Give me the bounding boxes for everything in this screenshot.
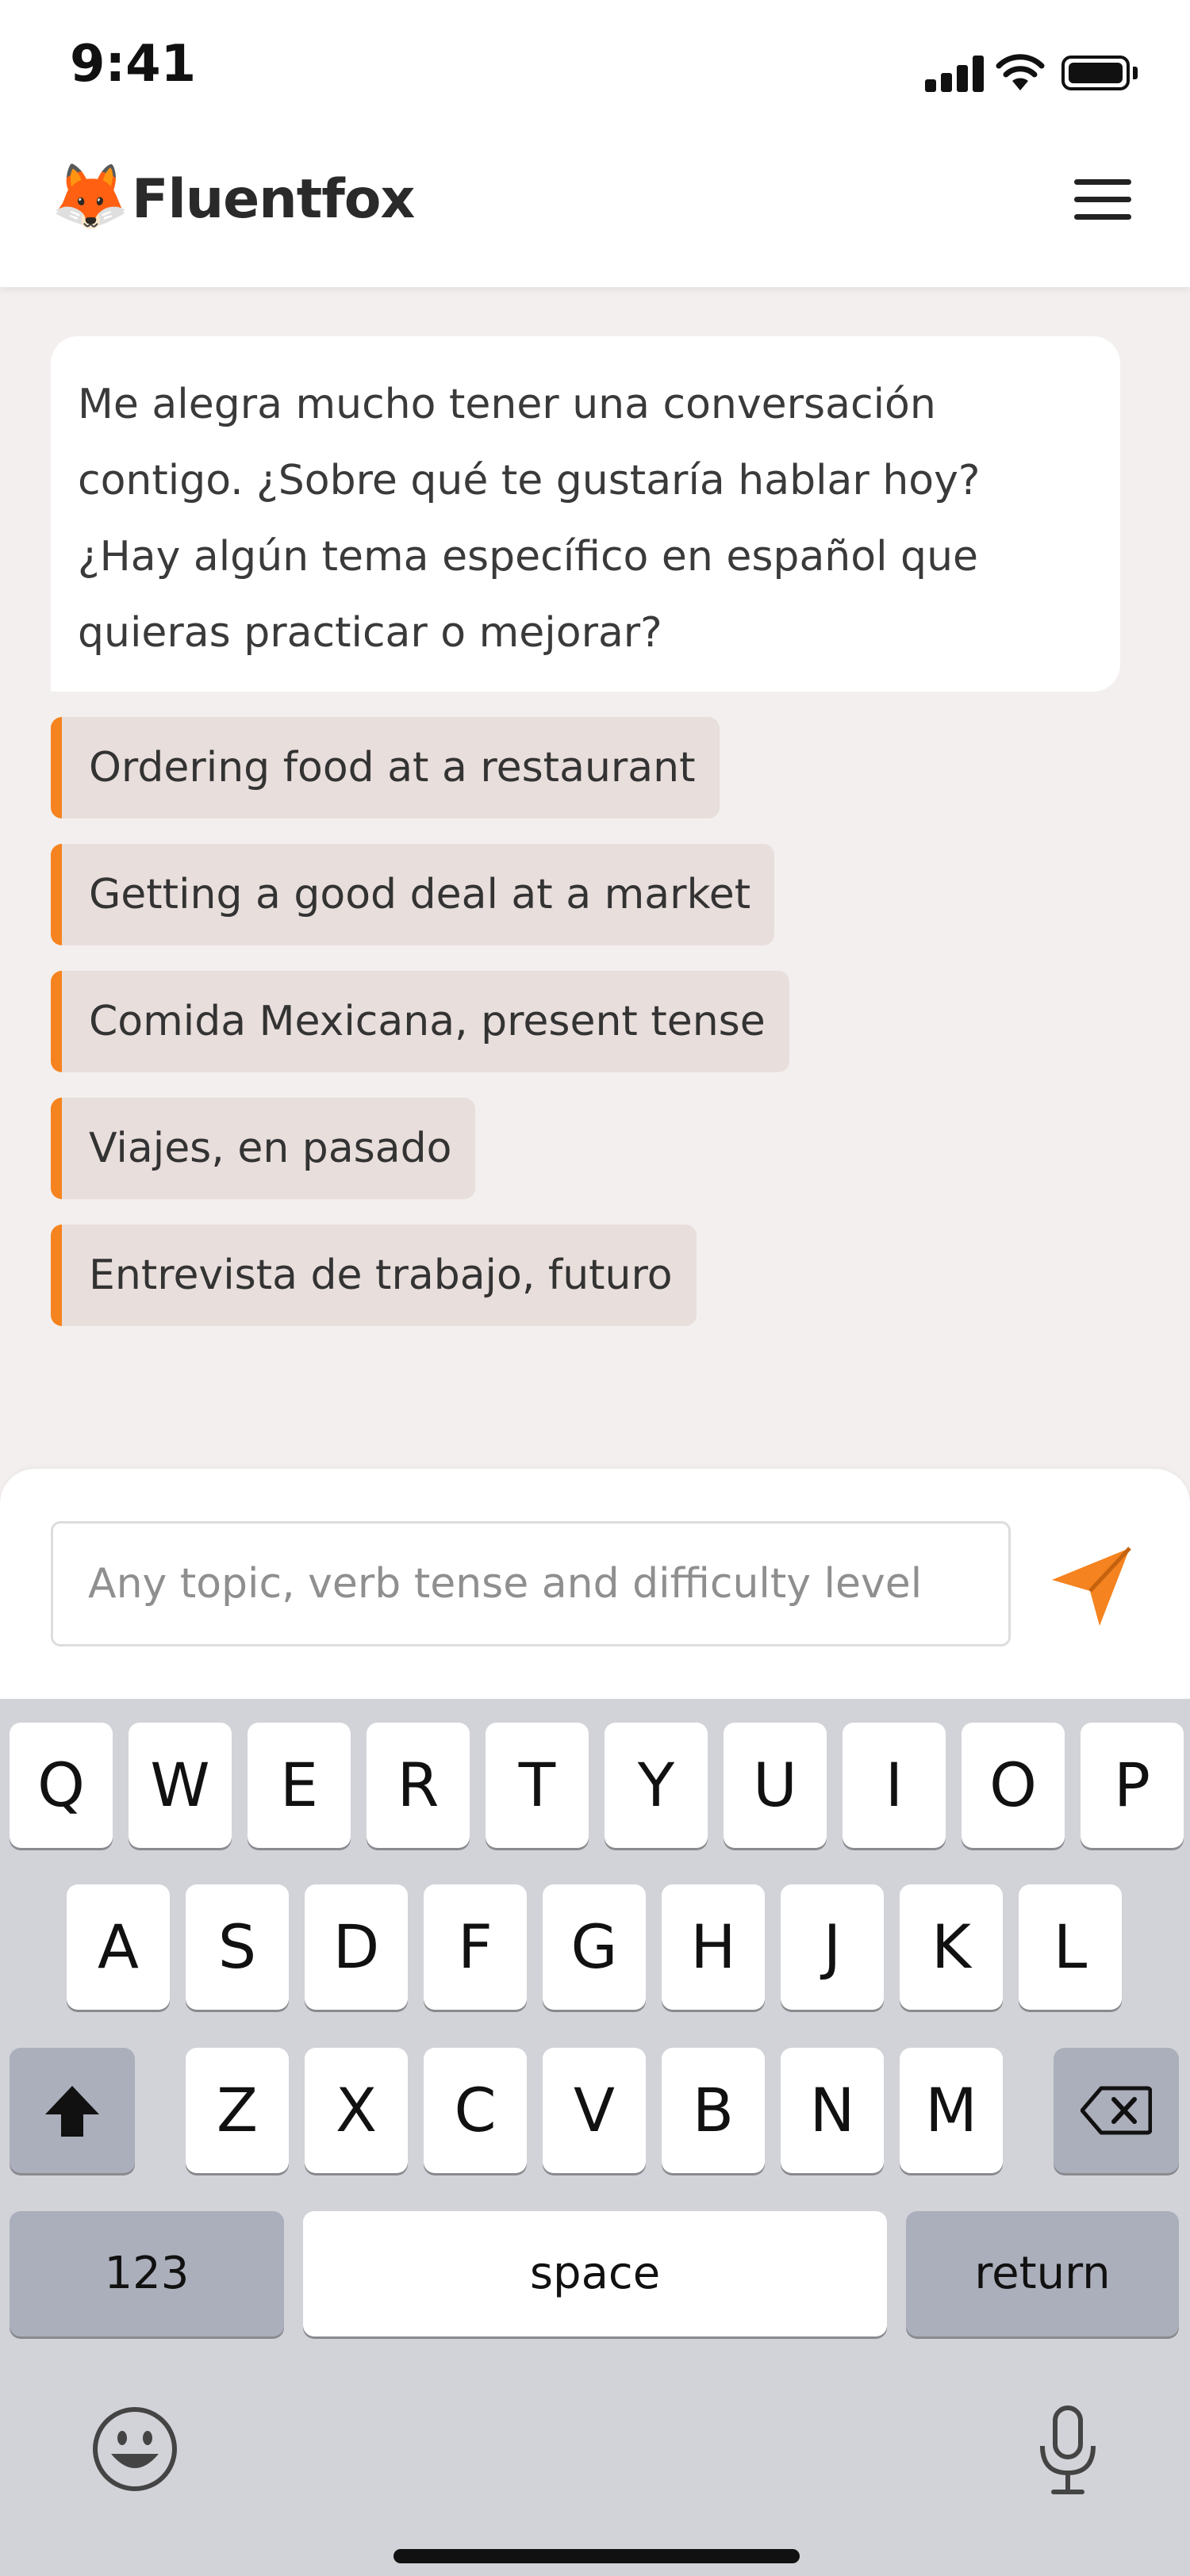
shift-arrow-icon [45, 2086, 99, 2137]
key-w[interactable]: W [129, 1723, 232, 1848]
hamburger-menu-icon[interactable] [1066, 163, 1138, 235]
status-bar: 9:41 [0, 0, 1190, 143]
key-z[interactable]: Z [186, 2048, 289, 2173]
fox-logo-icon: 🦊 [51, 161, 130, 232]
assistant-message: Me alegra mucho tener una conversación c… [51, 336, 1120, 692]
key-q[interactable]: Q [10, 1723, 113, 1848]
numbers-key[interactable]: 123 [10, 2211, 284, 2336]
backspace-icon [1080, 2086, 1153, 2135]
chat-area: Me alegra mucho tener una conversación c… [0, 287, 1190, 1469]
return-key[interactable]: return [906, 2211, 1179, 2336]
key-h[interactable]: H [662, 1884, 765, 2010]
cellular-signal-icon [925, 56, 984, 92]
key-k[interactable]: K [900, 1884, 1003, 2010]
shift-key[interactable] [10, 2048, 135, 2173]
key-r[interactable]: R [367, 1723, 470, 1848]
suggestion-chip[interactable]: Viajes, en pasado [51, 1098, 476, 1199]
space-key[interactable]: space [303, 2211, 887, 2336]
topic-input[interactable] [51, 1521, 1011, 1646]
key-d[interactable]: D [305, 1884, 408, 2010]
key-n[interactable]: N [781, 2048, 884, 2173]
key-g[interactable]: G [543, 1884, 646, 2010]
key-p[interactable]: P [1081, 1723, 1184, 1848]
suggestion-chip[interactable]: Ordering food at a restaurant [51, 717, 720, 818]
key-m[interactable]: M [900, 2048, 1003, 2173]
key-f[interactable]: F [424, 1884, 527, 2010]
key-s[interactable]: S [186, 1884, 289, 2010]
key-b[interactable]: B [662, 2048, 765, 2173]
key-y[interactable]: Y [605, 1723, 708, 1848]
key-i[interactable]: I [843, 1723, 946, 1848]
home-indicator [393, 2549, 800, 2563]
key-u[interactable]: U [724, 1723, 827, 1848]
app-title: Fluentfox [132, 168, 415, 231]
message-composer [0, 1469, 1190, 1699]
suggestion-chip[interactable]: Getting a good deal at a market [51, 844, 775, 945]
wifi-icon [996, 54, 1045, 90]
suggestion-chip[interactable]: Entrevista de trabajo, futuro [51, 1225, 697, 1326]
send-icon[interactable] [1044, 1539, 1138, 1632]
delete-key[interactable] [1054, 2048, 1179, 2173]
microphone-icon[interactable] [1028, 2403, 1107, 2498]
key-o[interactable]: O [962, 1723, 1065, 1848]
battery-icon [1061, 56, 1130, 90]
key-j[interactable]: J [781, 1884, 884, 2010]
app-header: 🦊 Fluentfox [0, 143, 1190, 287]
battery-cap [1133, 67, 1138, 79]
suggestion-chip[interactable]: Comida Mexicana, present tense [51, 971, 789, 1072]
on-screen-keyboard: QWERTYUIOP ASDFGHJKL ZXCVBNM 123 space r… [0, 1699, 1190, 2576]
key-t[interactable]: T [486, 1723, 589, 1848]
key-c[interactable]: C [424, 2048, 527, 2173]
key-e[interactable]: E [248, 1723, 351, 1848]
key-a[interactable]: A [67, 1884, 170, 2010]
status-time: 9:41 [70, 35, 197, 94]
emoji-icon[interactable] [90, 2405, 179, 2494]
key-x[interactable]: X [305, 2048, 408, 2173]
key-v[interactable]: V [543, 2048, 646, 2173]
key-l[interactable]: L [1019, 1884, 1122, 2010]
